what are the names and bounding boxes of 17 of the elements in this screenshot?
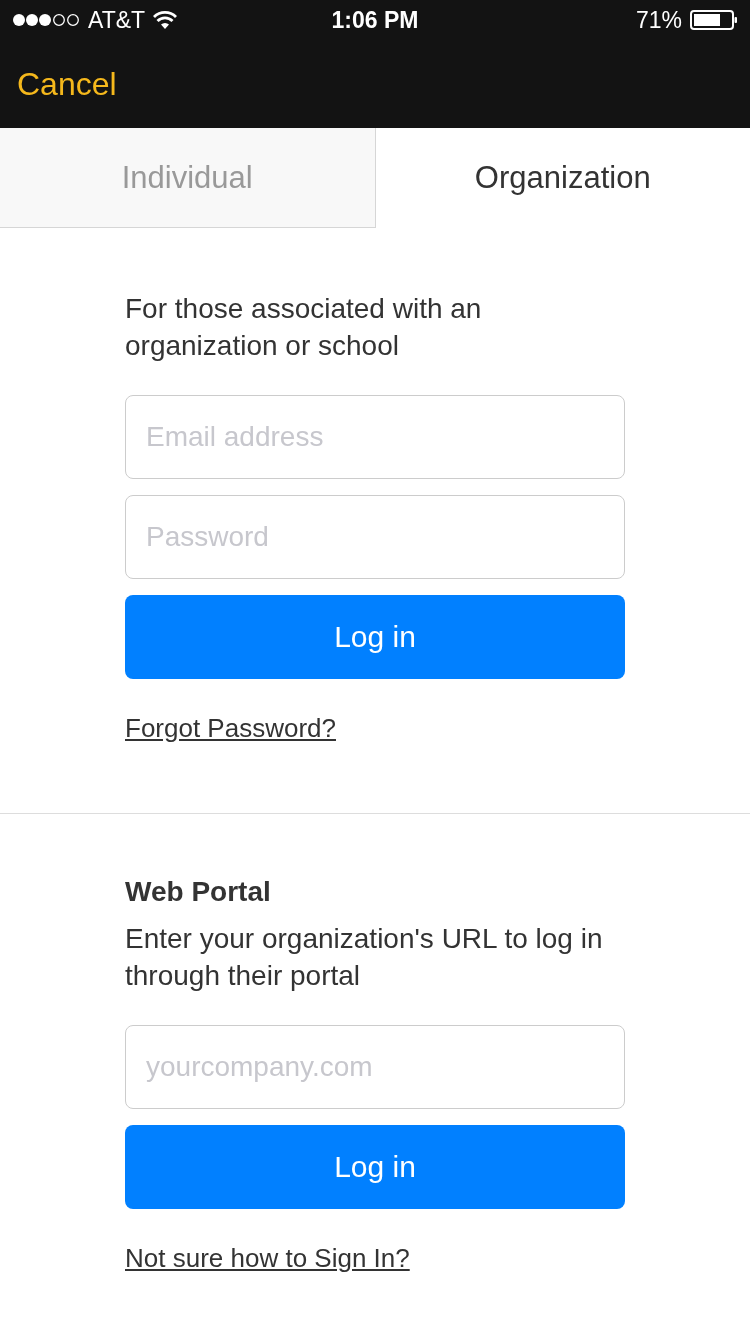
section-title: Web Portal: [125, 876, 271, 908]
sign-in-help-link[interactable]: Not sure how to Sign In?: [125, 1243, 410, 1274]
login-button[interactable]: Log in: [125, 595, 625, 679]
battery-percent: 71%: [635, 6, 682, 34]
password-field[interactable]: Password: [125, 495, 625, 579]
intro-text: For those associated with an organization or school: [125, 292, 483, 363]
signal-icon: [12, 13, 80, 27]
cancel-button[interactable]: Cancel: [17, 65, 117, 103]
wifi-icon: [153, 11, 178, 29]
url-field[interactable]: yourcompany.com: [125, 1025, 625, 1109]
carrier-name: AT&T: [88, 6, 146, 34]
battery-icon: [690, 10, 738, 30]
forgot-password-link[interactable]: Forgot Password?: [125, 713, 336, 744]
email-field[interactable]: Email address: [125, 395, 625, 479]
intro-text: Enter your organization's URL to log in through their portal: [125, 922, 604, 993]
login-button[interactable]: Log in: [125, 1125, 625, 1209]
status-time: 1:06 PM: [331, 6, 419, 34]
